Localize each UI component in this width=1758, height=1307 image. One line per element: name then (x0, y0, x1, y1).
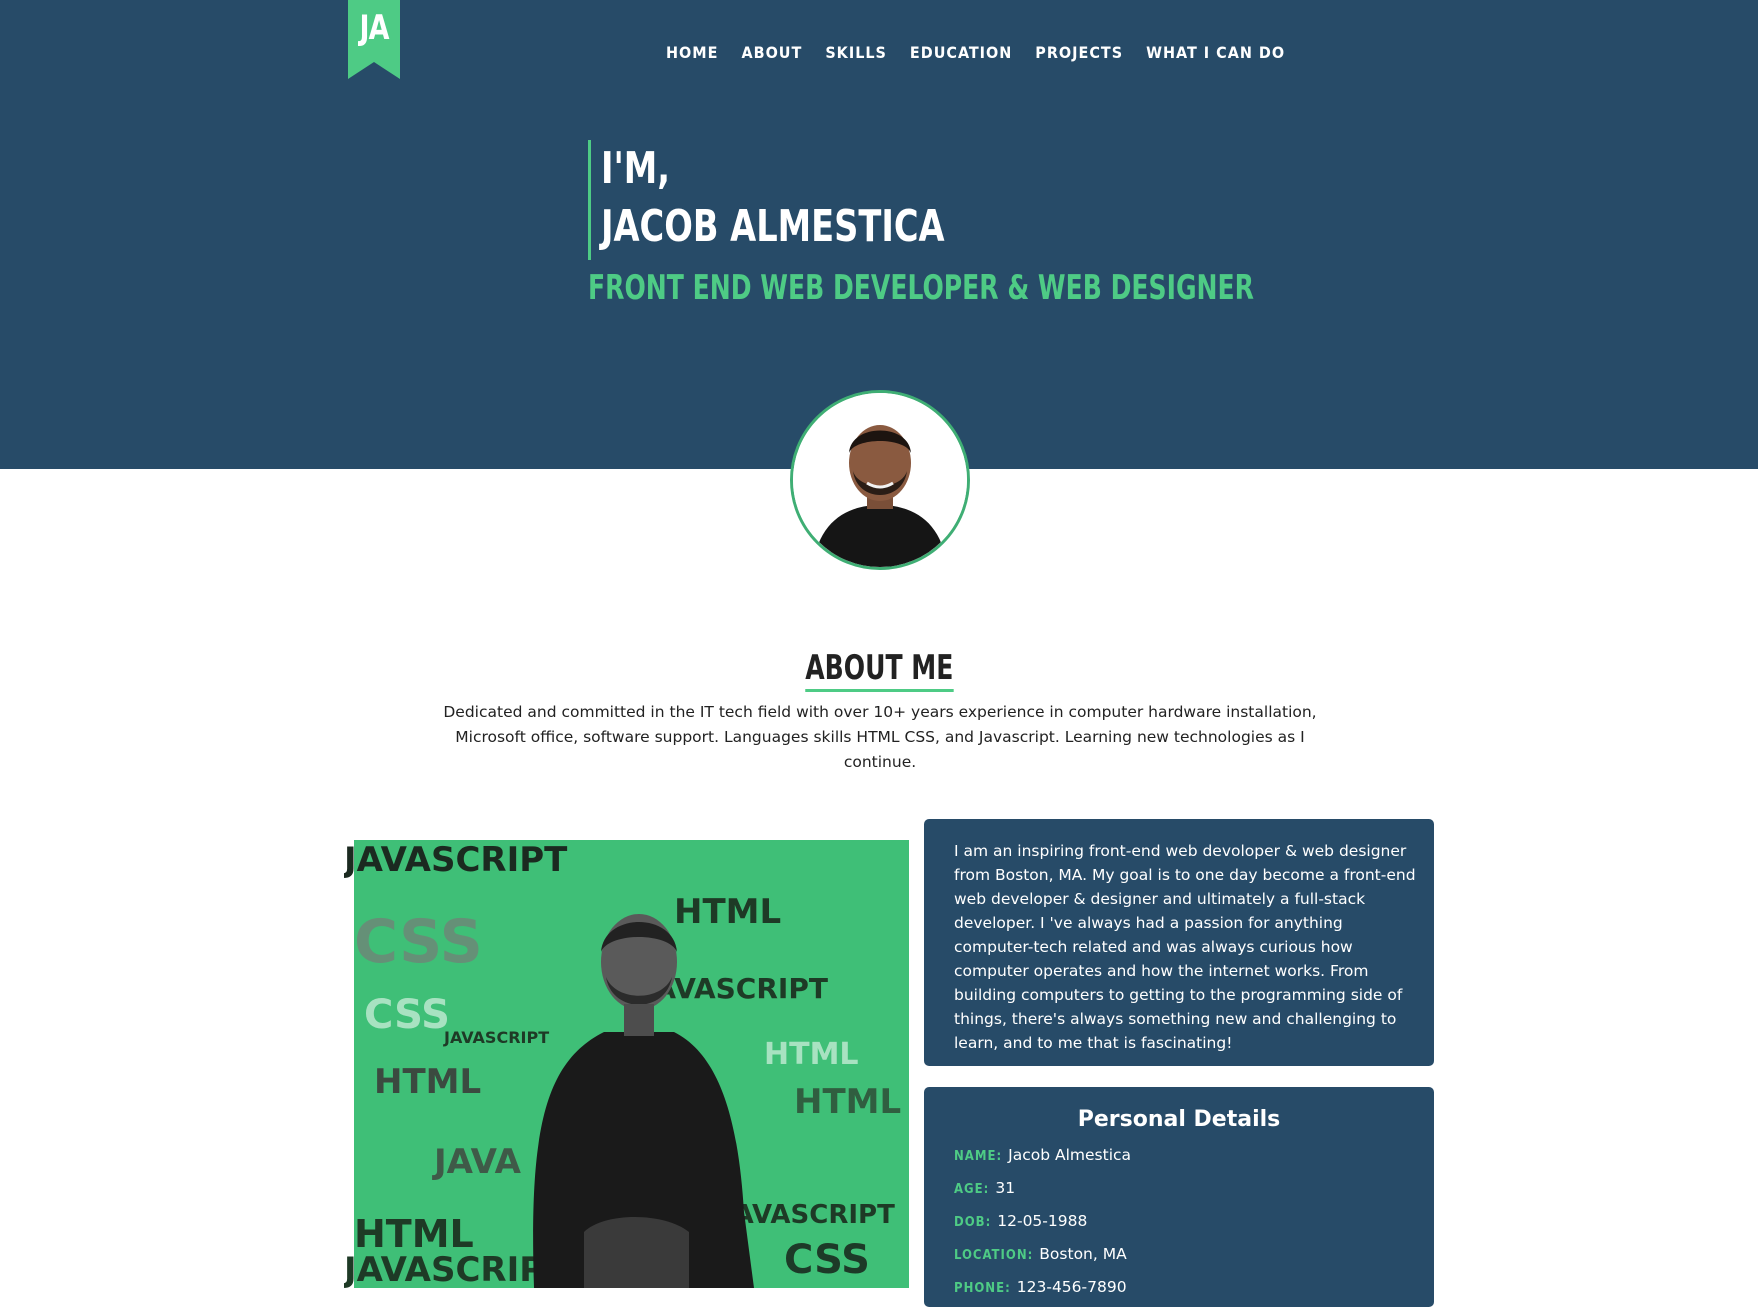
hero-greeting: I'M, (601, 143, 671, 194)
detail-value: 123-456-7890 (1016, 1278, 1127, 1296)
nav-education[interactable]: EDUCATION (910, 43, 1012, 62)
logo[interactable]: JA (348, 0, 400, 79)
hero-intro: I'M, JACOB ALMESTICA (588, 140, 1005, 260)
nav-what-i-can-do[interactable]: WHAT I CAN DO (1146, 43, 1285, 62)
code-collage-image: JAVASCRIPT HTML CSS JAVASCRIPT HTML CSS … (344, 832, 914, 1288)
nav-about[interactable]: ABOUT (741, 43, 802, 62)
detail-location: LOCATION: Boston, MA (954, 1245, 1127, 1263)
collage-person-figure (533, 914, 754, 1288)
detail-value: Jacob Almestica (1008, 1146, 1132, 1164)
detail-label: AGE: (954, 1182, 990, 1197)
detail-label: DOB: (954, 1215, 992, 1230)
hero-name: JACOB ALMESTICA (601, 201, 945, 252)
nav-projects[interactable]: PROJECTS (1035, 43, 1123, 62)
about-title-text: ABOUT ME (804, 648, 954, 692)
detail-age: AGE: 31 (954, 1179, 1015, 1197)
about-section-title: ABOUT ME (0, 648, 1758, 692)
detail-phone: PHONE: 123-456-7890 (954, 1278, 1127, 1296)
hero-subtitle: FRONT END WEB DEVELOPER & WEB DESIGNER (588, 268, 1254, 308)
personal-details-title: Personal Details (1077, 1107, 1281, 1132)
profile-photo (793, 393, 967, 567)
detail-value: Boston, MA (1039, 1245, 1127, 1263)
nav-skills[interactable]: SKILLS (825, 43, 887, 62)
about-description: Dedicated and committed in the IT tech f… (443, 703, 1317, 771)
nav-home[interactable]: HOME (666, 43, 718, 62)
detail-label: NAME: (954, 1149, 1003, 1164)
detail-value: 12-05-1988 (997, 1212, 1088, 1230)
personal-details-card: Personal Details NAME: Jacob Almestica AG… (924, 1087, 1434, 1307)
bio-card: I am an inspiring front-end web devolope… (924, 819, 1434, 1066)
detail-label: PHONE: (954, 1281, 1011, 1296)
detail-value: 31 (995, 1179, 1016, 1197)
profile-avatar (790, 390, 970, 570)
bio-text: I am an inspiring front-end web devolope… (954, 842, 1416, 1052)
detail-label: LOCATION: (954, 1248, 1034, 1263)
logo-text: JA (359, 8, 389, 48)
detail-name: NAME: Jacob Almestica (954, 1146, 1131, 1164)
detail-dob: DOB: 12-05-1988 (954, 1212, 1087, 1230)
main-nav: HOME ABOUT SKILLS EDUCATION PROJECTS WHA… (666, 43, 1308, 62)
